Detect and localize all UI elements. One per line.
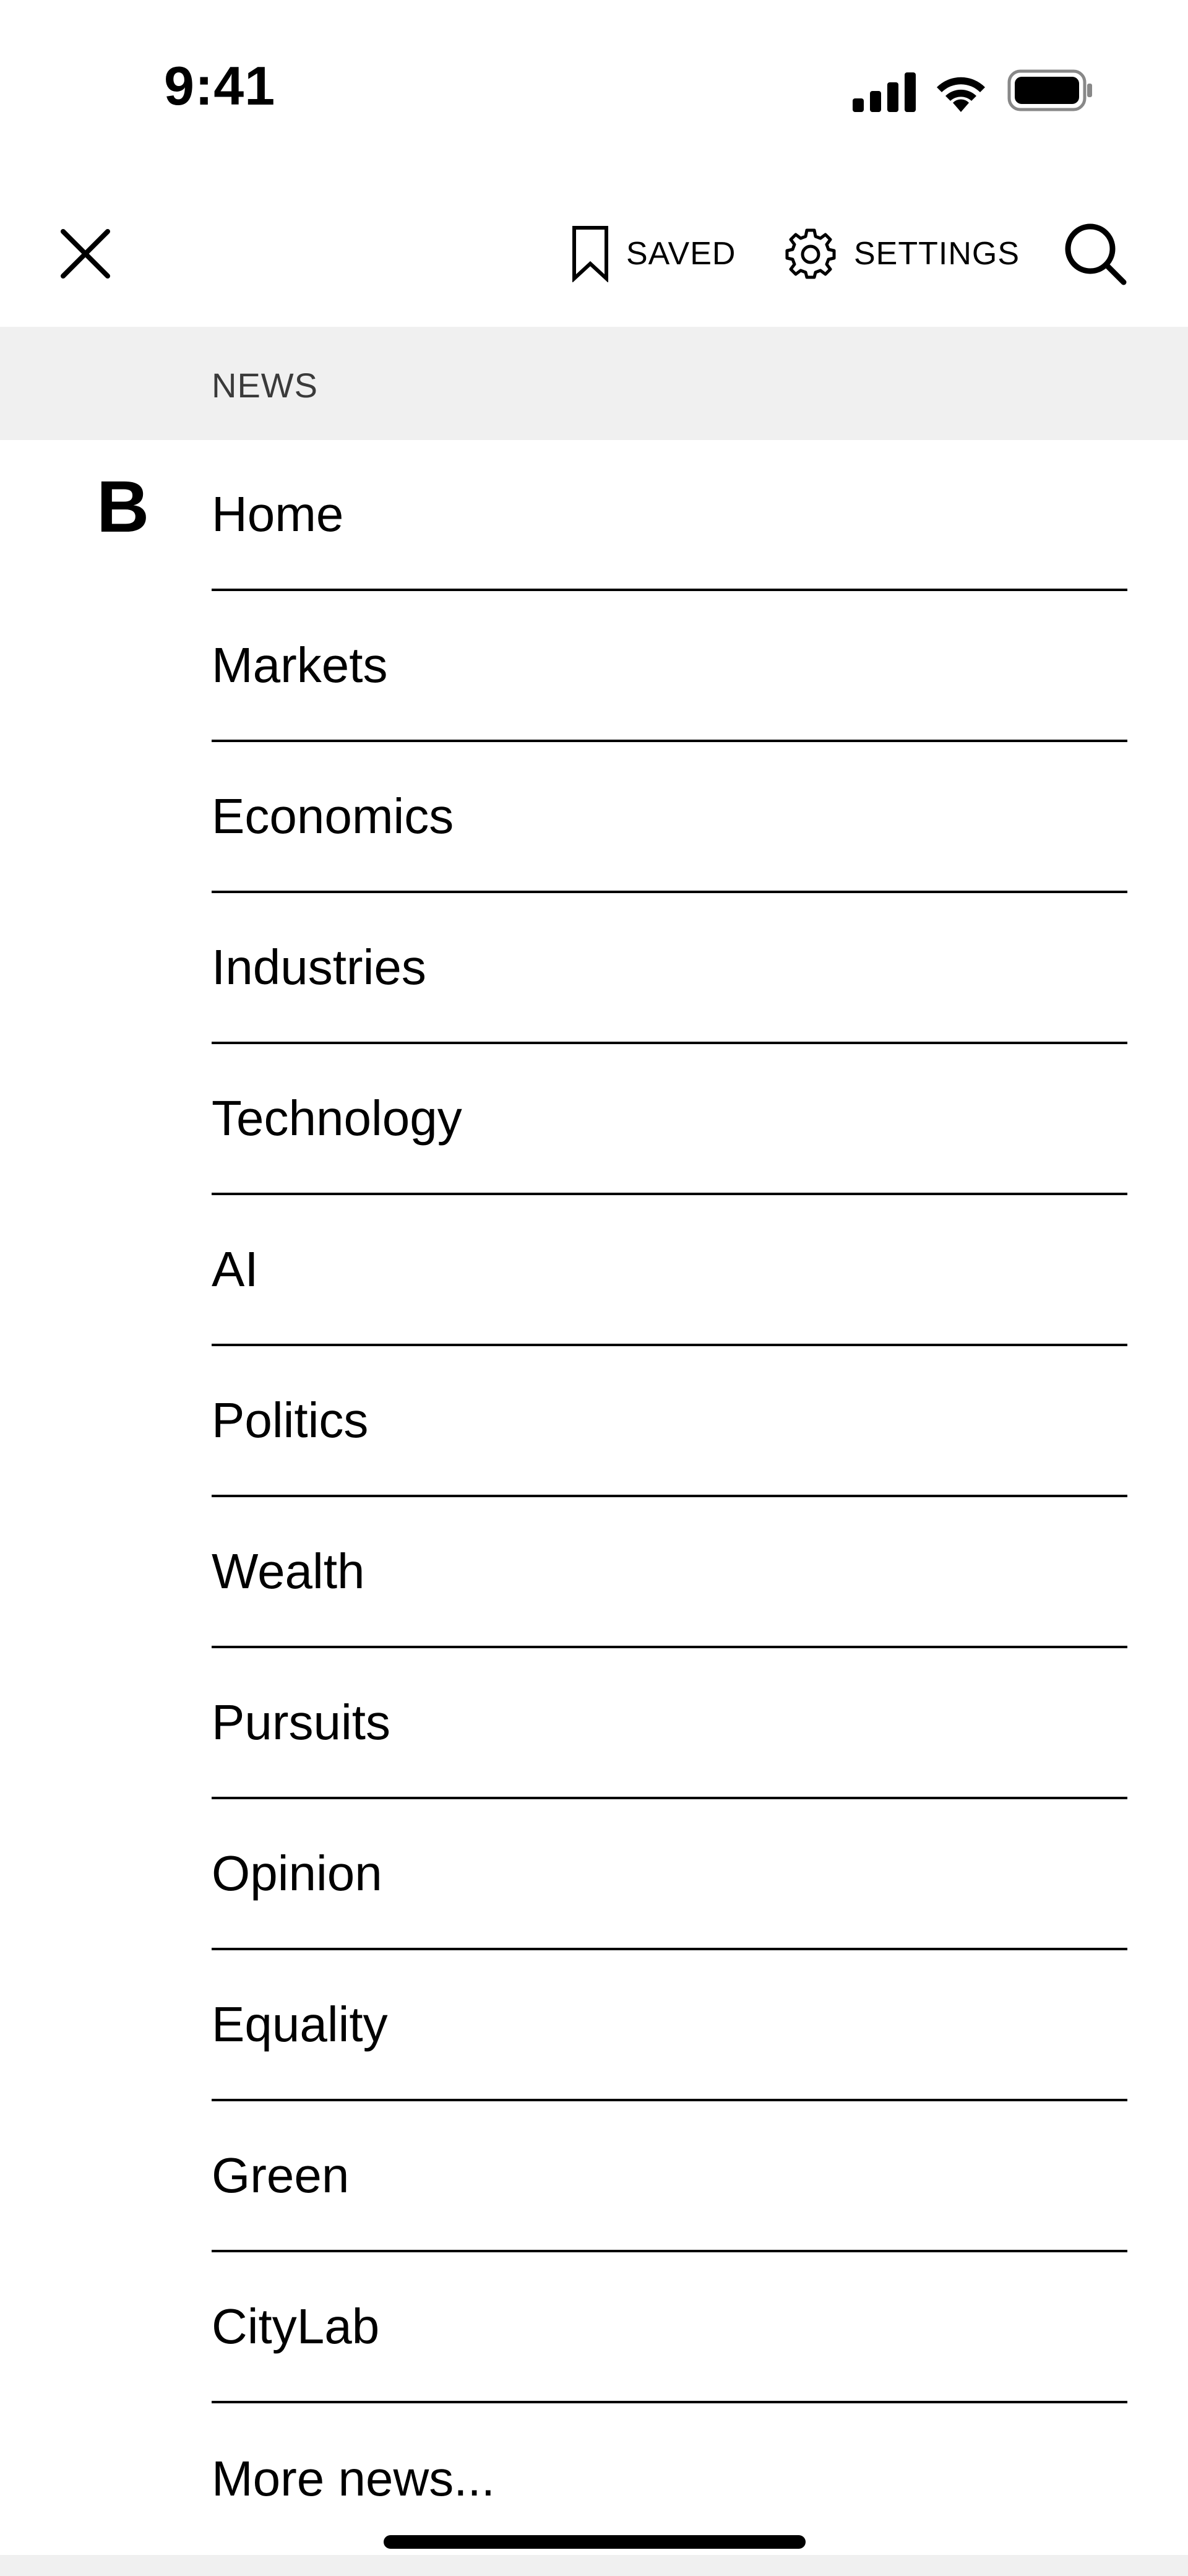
nav-item-opinion[interactable]: Opinion [212, 1799, 1127, 1950]
close-icon [61, 229, 110, 279]
nav-item-label: Equality [212, 1997, 388, 2052]
brand-logo: B [97, 466, 150, 548]
nav-item-label: Markets [212, 638, 388, 693]
nav-item-economics[interactable]: Economics [212, 742, 1127, 893]
saved-label: SAVED [626, 236, 736, 272]
nav-item-label: Wealth [212, 1544, 365, 1599]
nav-item-label: Opinion [212, 1846, 382, 1901]
nav-item-more-news[interactable]: More news... [212, 2403, 1127, 2554]
nav-item-pursuits[interactable]: Pursuits [212, 1648, 1127, 1799]
nav-item-label: Green [212, 2148, 350, 2203]
nav-item-label: CityLab [212, 2299, 380, 2354]
battery-icon [1007, 69, 1092, 111]
nav-item-label: Economics [212, 789, 454, 844]
home-indicator[interactable] [384, 2535, 806, 2549]
nav-item-label: AI [212, 1242, 259, 1297]
nav-item-label: Technology [212, 1091, 462, 1146]
bookmark-icon [572, 226, 608, 282]
menu-screen: 9:41 SAVED SETTINGS NEWS B Home Markets … [0, 0, 1188, 2576]
nav-item-label: More news... [212, 2451, 495, 2506]
gear-icon [785, 228, 836, 279]
nav-item-technology[interactable]: Technology [212, 1044, 1127, 1195]
nav-item-ai[interactable]: AI [212, 1195, 1127, 1346]
nav-item-markets[interactable]: Markets [212, 591, 1127, 742]
status-time: 9:41 [164, 55, 276, 116]
nav-item-citylab[interactable]: CityLab [212, 2252, 1127, 2403]
cellular-signal-icon [853, 72, 916, 112]
nav-item-label: Industries [212, 940, 426, 995]
search-icon [1065, 223, 1127, 285]
status-icons [848, 65, 1095, 115]
nav-item-label: Home [212, 486, 344, 542]
nav-item-wealth[interactable]: Wealth [212, 1497, 1127, 1648]
close-button[interactable] [59, 228, 111, 280]
section-label: NEWS [212, 366, 318, 405]
news-nav-list: Home Markets Economics Industries Techno… [212, 440, 1127, 2554]
status-bar: 9:41 [0, 0, 1188, 173]
nav-item-politics[interactable]: Politics [212, 1346, 1127, 1497]
top-navigation: SAVED SETTINGS [0, 173, 1188, 327]
saved-button[interactable]: SAVED [570, 225, 736, 282]
search-button[interactable] [1063, 222, 1127, 286]
nav-item-industries[interactable]: Industries [212, 893, 1127, 1044]
settings-label: SETTINGS [854, 236, 1020, 272]
nav-item-label: Politics [212, 1393, 369, 1448]
bottom-safe-area [0, 2555, 1188, 2576]
nav-item-green[interactable]: Green [212, 2101, 1127, 2252]
nav-item-equality[interactable]: Equality [212, 1950, 1127, 2101]
settings-button[interactable]: SETTINGS [783, 225, 1020, 282]
section-header: NEWS [0, 327, 1188, 440]
wifi-icon [937, 77, 985, 112]
nav-item-home[interactable]: Home [212, 440, 1127, 591]
nav-item-label: Pursuits [212, 1695, 390, 1750]
